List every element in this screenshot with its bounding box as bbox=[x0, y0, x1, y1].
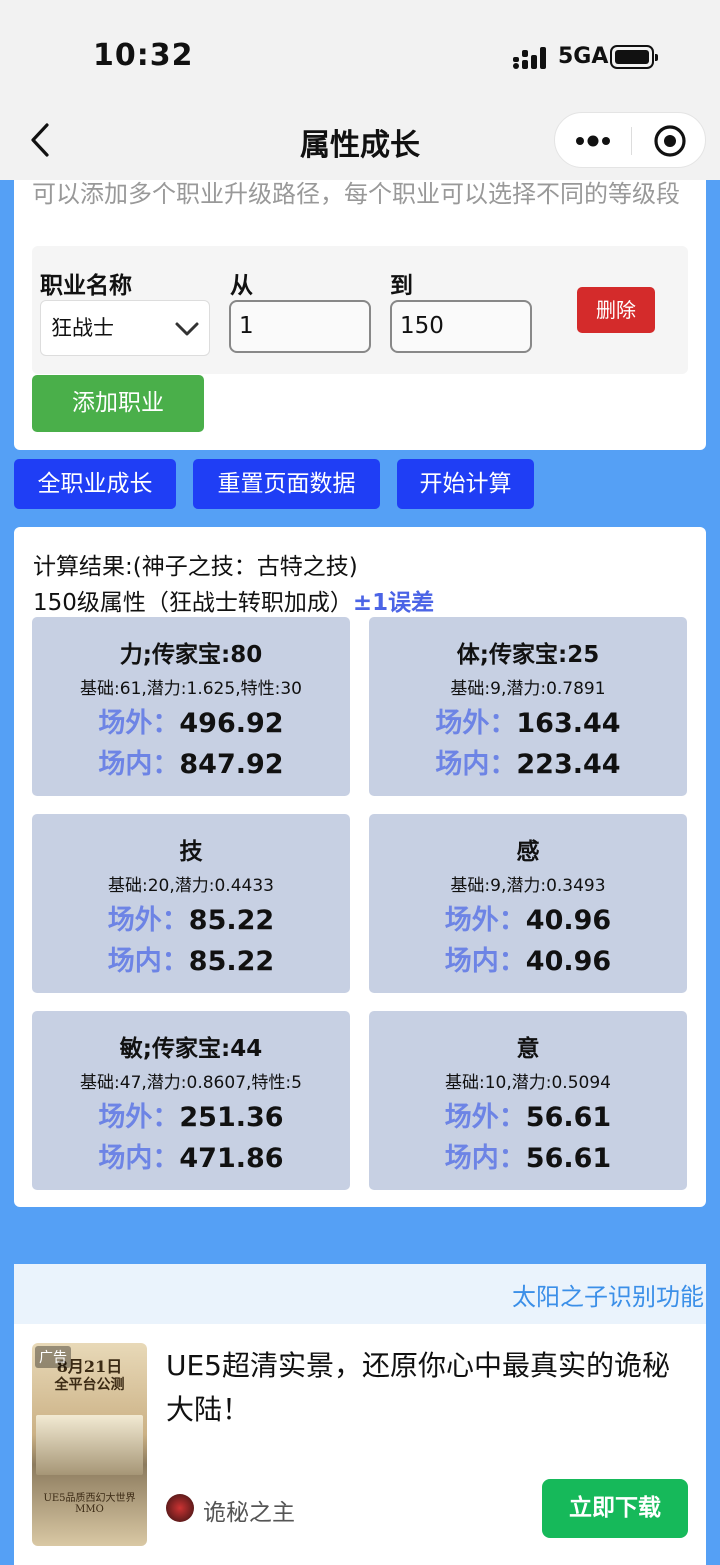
outside-value: 251.36 bbox=[179, 1102, 284, 1133]
job-select-value: 狂战士 bbox=[51, 316, 114, 340]
stat-base: 基础:9,潜力:0.3493 bbox=[450, 876, 606, 896]
ad-tag[interactable]: 广告 bbox=[35, 1346, 71, 1368]
stat-card-will: 意 基础:10,潜力:0.5094 场外：56.61 场内：56.61 bbox=[369, 1011, 687, 1190]
stat-inside: 场内：223.44 bbox=[369, 742, 687, 781]
stat-card-agility: 敏;传家宝:44 基础:47,潜力:0.8607,特性:5 场外：251.36 … bbox=[32, 1011, 350, 1190]
stat-outside: 场外：251.36 bbox=[32, 1095, 350, 1134]
inside-value: 471.86 bbox=[179, 1143, 284, 1174]
job-path-card: 可以添加多个职业升级路径，每个职业可以选择不同的等级段 职业名称 从 到 狂战士… bbox=[14, 180, 706, 450]
chevron-down-icon bbox=[175, 322, 199, 336]
stat-title: 力;传家宝:80 bbox=[119, 642, 263, 668]
brand-logo-icon bbox=[166, 1494, 194, 1522]
ad-image-caption: UE5品质西幻大世界MMO bbox=[43, 1493, 136, 1515]
all-jobs-growth-button[interactable]: 全职业成长 bbox=[14, 459, 176, 509]
inside-value: 40.96 bbox=[525, 946, 612, 977]
result-title: 计算结果:(神子之技：古特之技) bbox=[33, 554, 358, 580]
outside-label: 场外： bbox=[107, 905, 189, 936]
status-time: 10:32 bbox=[93, 38, 194, 73]
stat-inside: 场内：471.86 bbox=[32, 1136, 350, 1175]
stat-title: 技 bbox=[179, 839, 203, 865]
stat-inside: 场内：56.61 bbox=[369, 1136, 687, 1175]
stat-outside: 场外：496.92 bbox=[32, 701, 350, 740]
stat-title: 体;传家宝:25 bbox=[456, 642, 600, 668]
capsule-divider bbox=[631, 127, 632, 155]
stat-base: 基础:20,潜力:0.4433 bbox=[108, 876, 274, 896]
network-type: 5GA bbox=[558, 44, 609, 69]
inside-value: 223.44 bbox=[516, 749, 621, 780]
outside-value: 40.96 bbox=[525, 905, 612, 936]
from-level-input[interactable]: 1 bbox=[229, 300, 371, 353]
inside-value: 56.61 bbox=[525, 1143, 612, 1174]
delete-button[interactable]: 删除 bbox=[577, 287, 655, 333]
stat-title: 敏;传家宝:44 bbox=[119, 1036, 263, 1062]
outside-label: 场外： bbox=[444, 1102, 526, 1133]
stat-outside: 场外：163.44 bbox=[369, 701, 687, 740]
from-label: 从 bbox=[230, 273, 253, 299]
ad-image[interactable]: 8月21日 全平台公测 UE5品质西幻大世界MMO 广告 bbox=[32, 1343, 147, 1546]
stat-outside: 场外：85.22 bbox=[32, 898, 350, 937]
stat-base: 基础:61,潜力:1.625,特性:30 bbox=[80, 679, 302, 699]
stat-title: 感 bbox=[516, 839, 540, 865]
result-card: 计算结果:(神子之技：古特之技) 150级属性（狂战士转职加成）±1误差 力;传… bbox=[14, 527, 706, 1207]
add-job-button[interactable]: 添加职业 bbox=[32, 375, 204, 432]
outside-label: 场外： bbox=[444, 905, 526, 936]
stat-base: 基础:9,潜力:0.7891 bbox=[450, 679, 606, 699]
download-button[interactable]: 立即下载 bbox=[542, 1479, 688, 1538]
stat-inside: 场内：85.22 bbox=[32, 939, 350, 978]
inside-label: 场内： bbox=[444, 1143, 526, 1174]
battery-icon bbox=[610, 45, 658, 69]
ad-headline[interactable]: UE5超清实景，还原你心中最真实的诡秘大陆！ bbox=[166, 1344, 686, 1432]
inside-label: 场内： bbox=[444, 946, 526, 977]
record-target-icon[interactable] bbox=[653, 124, 687, 158]
marquee-text[interactable]: 太阳之子识别功能 bbox=[512, 1277, 704, 1312]
inside-label: 场内： bbox=[435, 749, 517, 780]
ad-brand-name: 诡秘之主 bbox=[203, 1500, 295, 1526]
outside-value: 56.61 bbox=[525, 1102, 612, 1133]
start-calculate-button[interactable]: 开始计算 bbox=[397, 459, 534, 509]
ad-image-launch: 全平台公测 bbox=[54, 1377, 125, 1393]
stat-base: 基础:10,潜力:0.5094 bbox=[445, 1073, 611, 1093]
top-bar: 10:32 5GA 属性成长 bbox=[0, 0, 720, 180]
inside-label: 场内： bbox=[98, 1143, 180, 1174]
outside-value: 163.44 bbox=[516, 708, 621, 739]
outside-label: 场外： bbox=[98, 1102, 180, 1133]
result-subtitle: 150级属性（狂战士转职加成）±1误差 bbox=[33, 583, 434, 617]
stat-card-strength: 力;传家宝:80 基础:61,潜力:1.625,特性:30 场外：496.92 … bbox=[32, 617, 350, 796]
stat-card-perception: 感 基础:9,潜力:0.3493 场外：40.96 场内：40.96 bbox=[369, 814, 687, 993]
stat-outside: 场外：56.61 bbox=[369, 1095, 687, 1134]
stat-title: 意 bbox=[516, 1036, 540, 1062]
inside-value: 85.22 bbox=[188, 946, 275, 977]
stat-inside: 场内：40.96 bbox=[369, 939, 687, 978]
to-label: 到 bbox=[390, 273, 413, 299]
ad-card[interactable]: 8月21日 全平台公测 UE5品质西幻大世界MMO 广告 UE5超清实景，还原你… bbox=[14, 1324, 706, 1565]
error-note: ±1误差 bbox=[352, 590, 435, 616]
stat-outside: 场外：40.96 bbox=[369, 898, 687, 937]
ad-image-scene bbox=[36, 1415, 143, 1475]
more-dots-icon[interactable] bbox=[573, 129, 613, 153]
outside-value: 496.92 bbox=[179, 708, 284, 739]
result-level-text: 150级属性（狂战士转职加成） bbox=[33, 590, 353, 616]
outside-value: 85.22 bbox=[188, 905, 275, 936]
inside-label: 场内： bbox=[107, 946, 189, 977]
stat-base: 基础:47,潜力:0.8607,特性:5 bbox=[80, 1073, 302, 1093]
outside-label: 场外： bbox=[435, 708, 517, 739]
job-select[interactable]: 狂战士 bbox=[40, 300, 210, 356]
job-name-label: 职业名称 bbox=[40, 273, 132, 299]
marquee-bar[interactable]: 太阳之子识别功能 bbox=[14, 1264, 706, 1324]
inside-value: 847.92 bbox=[179, 749, 284, 780]
inside-label: 场内： bbox=[98, 749, 180, 780]
outside-label: 场外： bbox=[98, 708, 180, 739]
stat-card-constitution: 体;传家宝:25 基础:9,潜力:0.7891 场外：163.44 场内：223… bbox=[369, 617, 687, 796]
hint-text: 可以添加多个职业升级路径，每个职业可以选择不同的等级段 bbox=[32, 180, 680, 208]
stat-card-skill: 技 基础:20,潜力:0.4433 场外：85.22 场内：85.22 bbox=[32, 814, 350, 993]
signal-icon bbox=[513, 47, 546, 69]
to-level-input[interactable]: 150 bbox=[390, 300, 532, 353]
reset-data-button[interactable]: 重置页面数据 bbox=[193, 459, 380, 509]
stat-inside: 场内：847.92 bbox=[32, 742, 350, 781]
mini-program-capsule bbox=[554, 112, 706, 168]
job-row: 职业名称 从 到 狂战士 1 150 删除 bbox=[32, 246, 688, 374]
